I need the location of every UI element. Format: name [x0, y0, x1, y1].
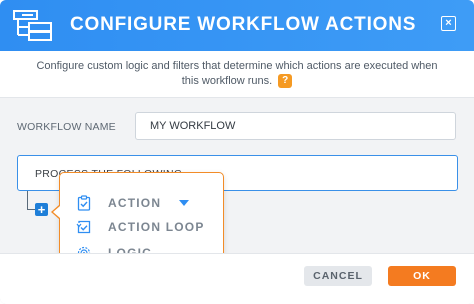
menu-item-label: ACTION LOOP: [108, 220, 205, 234]
description-line-1: Configure custom logic and filters that …: [36, 60, 438, 72]
workflow-name-input[interactable]: [135, 112, 456, 140]
help-icon[interactable]: ?: [278, 74, 293, 89]
dialog-header: CONFIGURE WORKFLOW ACTIONS ×: [0, 0, 474, 51]
dialog-title: CONFIGURE WORKFLOW ACTIONS: [70, 14, 417, 35]
menu-item-action-loop[interactable]: ACTION LOOP: [76, 217, 216, 237]
description-line-2-text: this workflow runs.: [181, 75, 273, 87]
tree-connector-vertical: [27, 191, 28, 209]
ok-button[interactable]: OK: [388, 266, 456, 286]
description-line-2: this workflow runs.?: [0, 74, 474, 89]
cancel-button[interactable]: CANCEL: [304, 266, 372, 286]
configure-workflow-dialog: CONFIGURE WORKFLOW ACTIONS × Configure c…: [0, 0, 474, 304]
close-button[interactable]: ×: [441, 16, 456, 31]
menu-item-action[interactable]: ACTION: [76, 193, 216, 213]
close-icon: ×: [445, 17, 452, 29]
menu-pointer-inner: [53, 206, 60, 218]
tree-connector-horizontal: [27, 209, 35, 210]
chevron-down-icon[interactable]: [179, 200, 190, 206]
add-step-button[interactable]: +: [35, 203, 48, 216]
workflow-name-label: WORKFLOW NAME: [17, 121, 116, 133]
dialog-description: Configure custom logic and filters that …: [0, 51, 474, 97]
clipboard-check-icon: [76, 195, 92, 211]
workflow-icon: [13, 10, 52, 41]
menu-item-label: ACTION: [108, 196, 162, 210]
loop-check-icon: [76, 219, 92, 235]
